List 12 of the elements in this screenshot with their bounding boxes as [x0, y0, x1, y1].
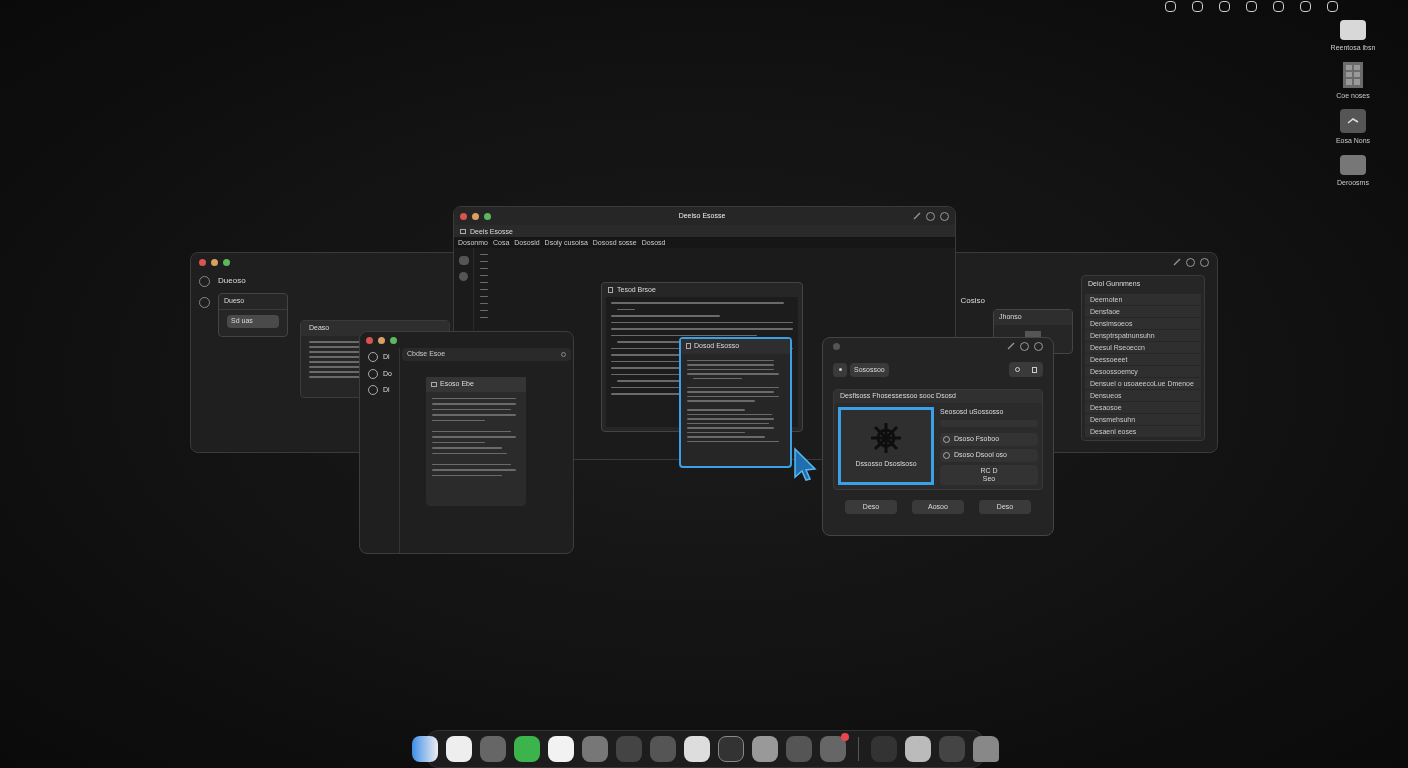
section-heading: Cosiso [960, 295, 985, 307]
pen-icon[interactable] [913, 212, 921, 220]
cursor-arrow-icon [793, 447, 817, 481]
pen-icon[interactable] [1007, 342, 1015, 350]
dot-button[interactable] [833, 362, 847, 377]
copy-icon[interactable] [1032, 366, 1037, 373]
pen-icon[interactable] [1173, 258, 1181, 266]
blurred-text-drawing [480, 254, 488, 318]
section-heading: Dueoso [218, 275, 246, 287]
snowflake-icon [869, 421, 903, 456]
spreadsheet-icon[interactable] [1343, 61, 1363, 88]
app-icon [833, 342, 840, 350]
